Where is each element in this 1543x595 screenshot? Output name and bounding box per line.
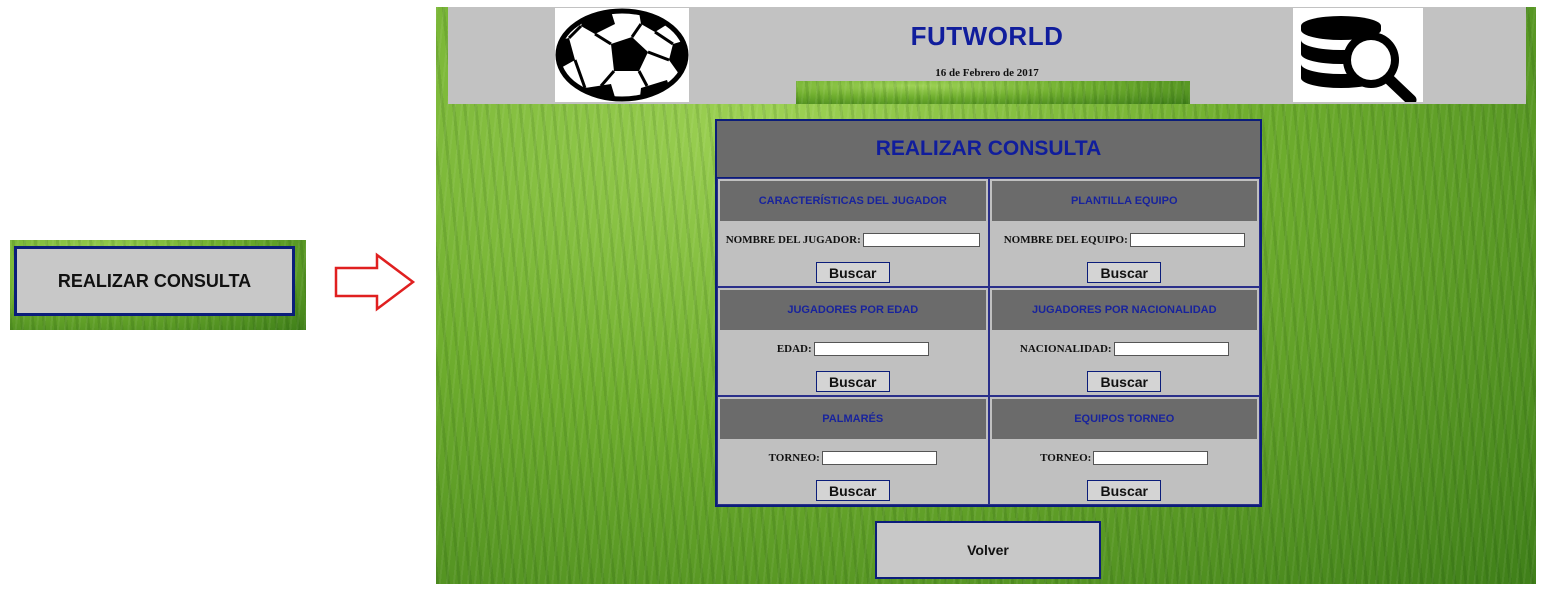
field-row: NACIONALIDAD: <box>990 342 1260 356</box>
section-honours: PALMARÉS TORNEO: Buscar <box>717 396 989 505</box>
team-name-label: NOMBRE DEL EQUIPO: <box>1003 234 1128 246</box>
tournament-label: TORNEO: <box>768 452 820 464</box>
panel-title: REALIZAR CONSULTA <box>717 121 1260 178</box>
tournament-teams-input[interactable] <box>1093 451 1209 465</box>
right-arrow-icon <box>334 252 416 312</box>
nationality-input[interactable] <box>1113 342 1229 356</box>
team-name-input[interactable] <box>1129 233 1245 247</box>
database-search-icon <box>1293 8 1423 106</box>
section-title: CARACTERÍSTICAS DEL JUGADOR <box>720 181 986 221</box>
nationality-label: NACIONALIDAD: <box>1019 343 1112 355</box>
tournament-label: TORNEO: <box>1040 452 1092 464</box>
section-title: JUGADORES POR EDAD <box>720 290 986 330</box>
query-grid: CARACTERÍSTICAS DEL JUGADOR NOMBRE DEL J… <box>717 178 1260 505</box>
section-title: JUGADORES POR NACIONALIDAD <box>991 290 1257 330</box>
field-row: NOMBRE DEL EQUIPO: <box>990 233 1260 247</box>
field-row: EDAD: <box>718 342 988 356</box>
query-panel: REALIZAR CONSULTA CARACTERÍSTICAS DEL JU… <box>715 119 1262 507</box>
header-notch <box>796 81 1190 104</box>
section-tournament-teams: EQUIPOS TORNEO TORNEO: Buscar <box>988 396 1260 505</box>
search-tournament-teams-button[interactable]: Buscar <box>1087 480 1162 501</box>
section-players-by-age: JUGADORES POR EDAD EDAD: Buscar <box>717 287 989 396</box>
realizar-consulta-button[interactable]: REALIZAR CONSULTA <box>14 246 295 316</box>
section-title: PALMARÉS <box>720 399 986 439</box>
search-honours-button[interactable]: Buscar <box>815 480 890 501</box>
search-nationality-button[interactable]: Buscar <box>1087 371 1162 392</box>
search-team-button[interactable]: Buscar <box>1087 262 1162 283</box>
age-label: EDAD: <box>776 343 812 355</box>
section-player-characteristics: CARACTERÍSTICAS DEL JUGADOR NOMBRE DEL J… <box>717 178 989 287</box>
back-button[interactable]: Volver <box>875 521 1101 579</box>
field-row: TORNEO: <box>718 451 988 465</box>
player-name-input[interactable] <box>862 233 980 247</box>
player-name-label: NOMBRE DEL JUGADOR: <box>725 234 861 246</box>
tournament-input[interactable] <box>821 451 937 465</box>
section-title: EQUIPOS TORNEO <box>991 399 1257 439</box>
section-team-roster: PLANTILLA EQUIPO NOMBRE DEL EQUIPO: Busc… <box>988 178 1260 287</box>
main-page: FUTWORLD 16 de Febrero de 2017 REALIZAR … <box>436 7 1536 584</box>
section-title: PLANTILLA EQUIPO <box>991 181 1257 221</box>
age-input[interactable] <box>813 342 929 356</box>
section-players-by-nationality: JUGADORES POR NACIONALIDAD NACIONALIDAD:… <box>988 287 1260 396</box>
preview-background: REALIZAR CONSULTA <box>10 240 306 330</box>
search-age-button[interactable]: Buscar <box>815 371 890 392</box>
search-player-button[interactable]: Buscar <box>815 262 890 283</box>
field-row: TORNEO: <box>990 451 1260 465</box>
field-row: NOMBRE DEL JUGADOR: <box>718 233 988 247</box>
